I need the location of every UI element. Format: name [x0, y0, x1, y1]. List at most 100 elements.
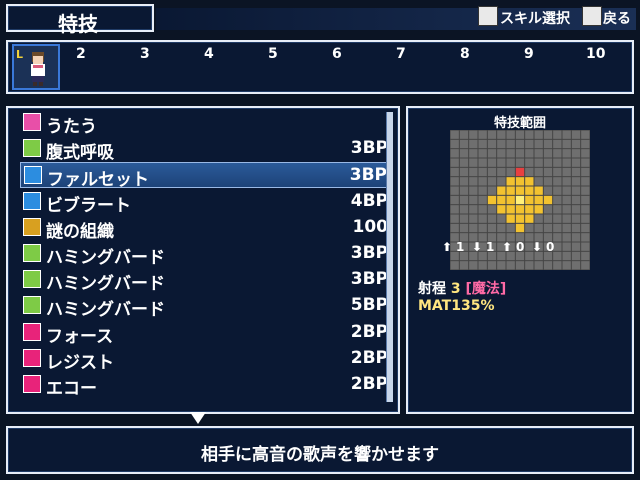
grid-cell — [459, 223, 469, 233]
grid-cell — [562, 261, 571, 270]
grid-cell — [459, 149, 469, 158]
grid-cell — [450, 177, 459, 186]
grid-cell — [553, 167, 562, 177]
skill-name: フォース — [46, 326, 114, 347]
skill-cost: 2BP — [350, 347, 388, 368]
grid-cell — [506, 223, 515, 233]
skill-row[interactable]: うたう — [20, 110, 390, 137]
skill-row[interactable]: ハミングバード 5BP — [20, 293, 390, 320]
grid-cell — [497, 177, 506, 186]
grid-cell — [515, 223, 525, 233]
grid-cell — [553, 214, 562, 223]
grid-cell — [497, 186, 506, 195]
grid-cell — [487, 130, 497, 139]
skill-cost: 2BP — [350, 374, 388, 394]
grid-cell — [543, 214, 553, 223]
grid-cell — [525, 214, 534, 223]
range-type: [魔法] — [465, 281, 507, 297]
grid-cell — [525, 205, 534, 214]
party-slot-3[interactable]: 3 — [140, 46, 150, 62]
grid-cell — [525, 149, 534, 158]
grid-cell — [581, 186, 590, 195]
grid-cell — [506, 205, 515, 214]
skill-row[interactable]: フォース 2BP — [20, 320, 390, 347]
grid-cell — [506, 177, 515, 186]
skill-row[interactable]: ファルセット 3BP — [20, 162, 390, 191]
grid-cell — [581, 158, 590, 167]
grid-cell — [562, 186, 571, 195]
active-label: L — [16, 48, 24, 61]
grid-cell — [487, 167, 497, 177]
grid-cell — [543, 195, 553, 205]
party-slot-4[interactable]: 4 — [204, 46, 214, 62]
grid-cell — [478, 214, 487, 223]
grid-cell — [571, 130, 581, 139]
party-slot-5[interactable]: 5 — [268, 46, 278, 62]
grid-cell — [543, 205, 553, 214]
grid-cell — [581, 205, 590, 214]
party-bar: L 2 3 4 5 6 7 8 9 10 — [6, 40, 634, 94]
party-slot-7[interactable]: 7 — [396, 46, 406, 62]
grid-cell — [515, 139, 525, 149]
list-scrollbar[interactable] — [386, 112, 393, 402]
skill-name: エコー — [46, 379, 97, 399]
grid-cell — [525, 130, 534, 139]
skill-icon — [23, 139, 41, 158]
skill-icon — [23, 296, 41, 315]
skill-cost: 3BP — [349, 165, 387, 186]
grid-cell — [478, 186, 487, 195]
grid-cell — [506, 214, 515, 223]
party-slot-10[interactable]: 10 — [586, 46, 605, 62]
grid-cell — [581, 177, 590, 186]
party-slot-8[interactable]: 8 — [460, 46, 470, 62]
grid-cell — [553, 205, 562, 214]
grid-cell — [571, 195, 581, 205]
skill-cost: 5BP — [350, 295, 388, 316]
grid-cell — [478, 139, 487, 149]
grid-cell — [506, 261, 515, 270]
grid-cell — [553, 130, 562, 139]
grid-cell — [525, 195, 534, 205]
grid-cell — [459, 139, 469, 149]
grid-cell — [571, 158, 581, 167]
grid-cell — [497, 139, 506, 149]
grid-cell — [469, 214, 478, 223]
skill-row[interactable]: 腹式呼吸 3BP — [20, 136, 390, 163]
stat-2: 1 — [486, 240, 495, 254]
skill-name: ファルセット — [47, 170, 149, 191]
party-slot-9[interactable]: 9 — [524, 46, 534, 62]
skill-icon — [23, 322, 41, 341]
skill-cost: 3BP — [350, 243, 388, 263]
party-slot-2[interactable]: 2 — [76, 46, 86, 62]
party-slot-1[interactable]: L — [12, 44, 60, 90]
grid-cell — [543, 223, 553, 233]
grid-cell — [450, 214, 459, 223]
range-value: 3 — [450, 281, 461, 297]
grid-cell — [478, 149, 487, 158]
skill-row[interactable]: ビブラート 4BP — [20, 189, 390, 216]
grid-cell — [469, 149, 478, 158]
grid-cell — [450, 205, 459, 214]
grid-cell — [525, 261, 534, 270]
skill-icon — [23, 375, 41, 393]
party-slot-6[interactable]: 6 — [332, 46, 342, 62]
skill-row[interactable]: ハミングバード 3BP — [20, 241, 390, 268]
skill-row[interactable]: エコー 2BP — [20, 372, 390, 399]
grid-cell — [497, 261, 506, 270]
range-title: 特技範囲 — [493, 116, 546, 131]
grid-cell — [534, 214, 543, 223]
grid-cell — [450, 167, 459, 177]
grid-cell — [469, 167, 478, 177]
grid-cell — [515, 130, 525, 139]
grid-cell — [534, 177, 543, 186]
grid-cell — [562, 223, 571, 233]
grid-cell — [534, 223, 543, 233]
grid-cell — [543, 261, 553, 270]
skill-row[interactable]: ハミングバード 3BP — [20, 267, 390, 294]
skill-cost: 4BP — [350, 190, 388, 211]
skill-row[interactable]: レジスト 2BP — [20, 346, 390, 373]
skill-row[interactable]: 謎の組織 100 — [20, 215, 390, 242]
grid-cell — [543, 167, 553, 177]
grid-cell — [581, 139, 590, 149]
grid-cell — [469, 186, 478, 195]
